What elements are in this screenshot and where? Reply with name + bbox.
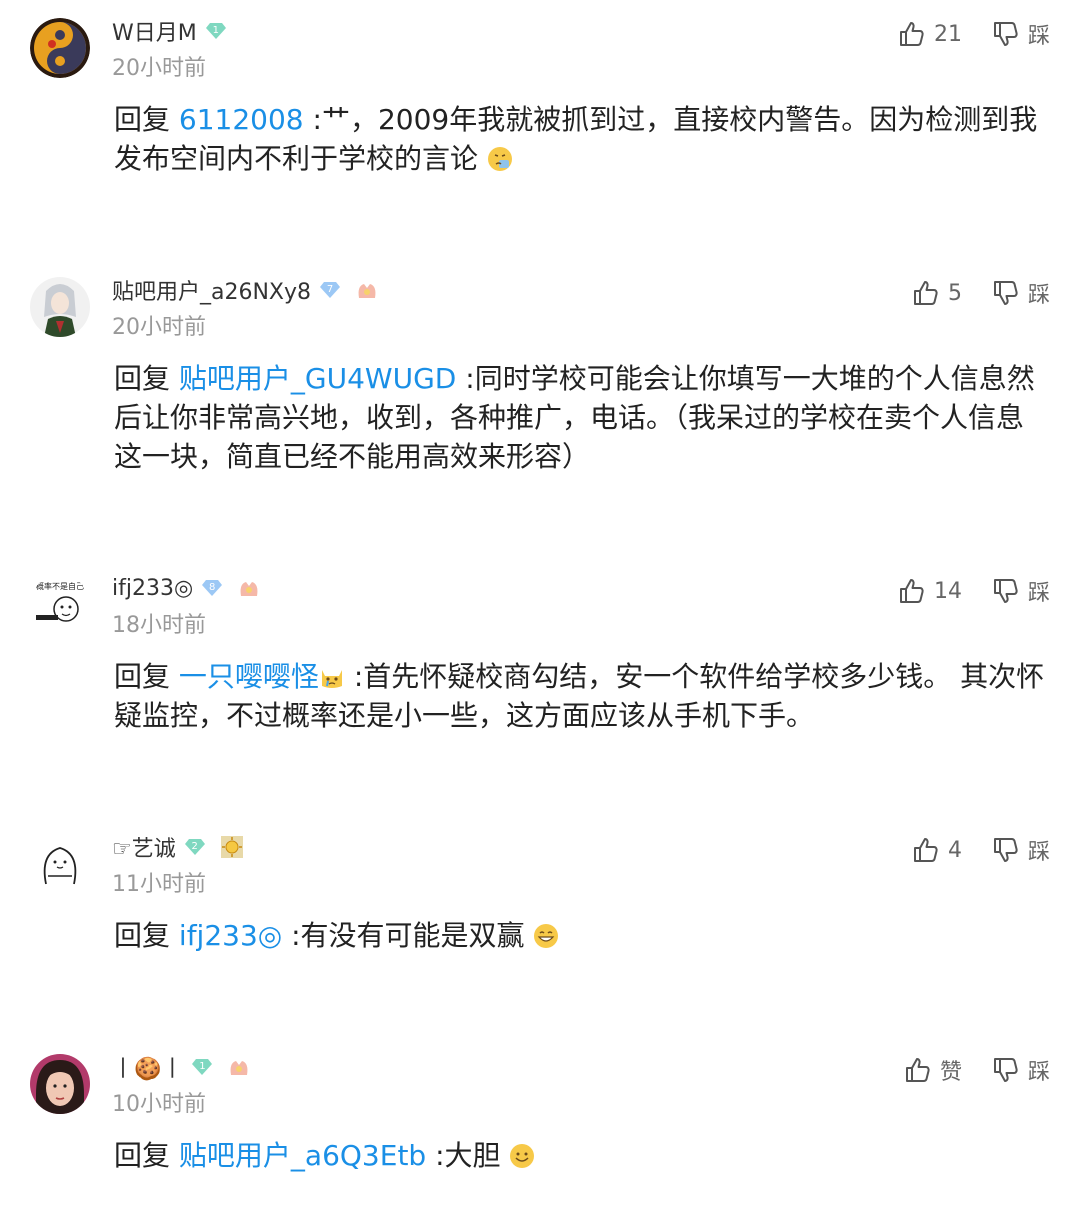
comment-time: 20小时前	[112, 56, 206, 81]
dislike-button[interactable]: 踩	[992, 18, 1050, 50]
like-button[interactable]: 21	[898, 20, 962, 48]
dislike-button[interactable]: 踩	[992, 575, 1050, 607]
comment-content: 回复 贴吧用户_a6Q3Etb :大胆	[114, 1136, 1049, 1175]
user-info: ☞艺诚 2	[112, 830, 244, 864]
username[interactable]: 丨🍪丨	[112, 1051, 183, 1083]
thumbs-down-icon	[992, 836, 1020, 864]
reply-prefix: 回复	[114, 919, 171, 952]
comment-actions: 4 踩	[912, 834, 1050, 866]
thumbs-down-icon	[992, 577, 1020, 605]
dislike-label: 踩	[1027, 840, 1050, 865]
comment-time: 18小时前	[112, 613, 206, 638]
comment-actions: 赞 踩	[904, 1054, 1050, 1086]
reply-target-link[interactable]: 贴吧用户_GU4WUGD	[179, 362, 456, 395]
like-label: 赞	[939, 1060, 962, 1085]
avatar[interactable]	[30, 834, 90, 894]
avatar[interactable]	[30, 18, 90, 78]
reply-target-link[interactable]: ifj233◎	[179, 919, 282, 952]
like-count: 5	[947, 280, 962, 306]
grinning-face-icon	[533, 920, 559, 948]
like-button[interactable]: 赞	[904, 1054, 962, 1086]
comment-time: 10小时前	[112, 1092, 206, 1117]
username[interactable]: ☞艺诚	[112, 831, 176, 863]
comment-content: 回复 一只嘤嘤怪 :首先怀疑校商勾结，安一个软件给学校多少钱。 其次怀疑监控，不…	[114, 657, 1049, 735]
thumbs-up-icon	[904, 1056, 932, 1084]
decoration-icon	[355, 278, 379, 302]
reply-prefix: 回复	[114, 362, 171, 395]
crying-cat-icon	[319, 661, 345, 688]
reply-target-link[interactable]: 一只嘤嘤怪	[179, 660, 319, 693]
level-badge: 7	[319, 281, 341, 299]
sun-badge-icon	[220, 835, 244, 859]
comment-time: 11小时前	[112, 872, 206, 897]
comment-actions: 21 踩	[898, 18, 1050, 50]
dislike-label: 踩	[1027, 24, 1050, 49]
avatar[interactable]	[30, 1054, 90, 1114]
comment-content: 回复 ifj233◎ :有没有可能是双赢	[114, 916, 1049, 955]
decoration-icon	[227, 1055, 251, 1079]
thumbs-down-icon	[992, 20, 1020, 48]
svg-text:概率不是自己: 概率不是自己	[36, 581, 84, 591]
avatar[interactable]: 概率不是自己	[30, 575, 90, 635]
level-badge: 1	[205, 22, 227, 40]
level-badge: 8	[201, 579, 223, 597]
dislike-label: 踩	[1027, 283, 1050, 308]
user-info: 丨🍪丨 1	[112, 1050, 251, 1084]
comment-list: W日月M 1 20小时前 21 踩 回复 6112008 :艹，2009年我就被…	[0, 0, 1080, 1206]
like-count: 14	[933, 578, 962, 604]
thumbs-up-icon	[912, 279, 940, 307]
username[interactable]: ifj233◎	[112, 576, 193, 601]
comment-actions: 5 踩	[912, 277, 1050, 309]
thumbs-down-icon	[992, 1056, 1020, 1084]
comment-content: 回复 6112008 :艹，2009年我就被抓到过，直接校内警告。因为检测到我发…	[114, 100, 1049, 178]
thumbs-up-icon	[912, 836, 940, 864]
reply-target-link[interactable]: 6112008	[179, 103, 304, 136]
sneezing-face-icon	[487, 143, 513, 171]
dislike-button[interactable]: 踩	[992, 277, 1050, 309]
dislike-button[interactable]: 踩	[992, 834, 1050, 866]
reply-prefix: 回复	[114, 660, 171, 693]
dislike-label: 踩	[1027, 581, 1050, 606]
thumbs-down-icon	[992, 279, 1020, 307]
reply-prefix: 回复	[114, 103, 171, 136]
user-info: ifj233◎ 8	[112, 571, 261, 605]
thumbs-up-icon	[898, 577, 926, 605]
comment-content: 回复 贴吧用户_GU4WUGD :同时学校可能会让你填写一大堆的个人信息然后让你…	[114, 359, 1049, 476]
user-info: 贴吧用户_a26NXy8 7	[112, 273, 379, 307]
comment-text: :大胆	[426, 1139, 501, 1172]
reply-prefix: 回复	[114, 1139, 171, 1172]
user-info: W日月M 1	[112, 14, 227, 48]
like-button[interactable]: 4	[912, 836, 962, 864]
comment-actions: 14 踩	[898, 575, 1050, 607]
comment-time: 20小时前	[112, 315, 206, 340]
smiling-face-icon	[509, 1140, 535, 1168]
like-count: 21	[933, 21, 962, 47]
username[interactable]: W日月M	[112, 15, 197, 47]
username[interactable]: 贴吧用户_a26NXy8	[112, 274, 311, 306]
dislike-label: 踩	[1027, 1060, 1050, 1085]
like-count: 4	[947, 837, 962, 863]
level-badge: 1	[191, 1058, 213, 1076]
dislike-button[interactable]: 踩	[992, 1054, 1050, 1086]
comment-text: :有没有可能是双赢	[282, 919, 525, 952]
thumbs-up-icon	[898, 20, 926, 48]
like-button[interactable]: 5	[912, 279, 962, 307]
level-badge: 2	[184, 838, 206, 856]
like-button[interactable]: 14	[898, 577, 962, 605]
avatar[interactable]	[30, 277, 90, 337]
decoration-icon	[237, 576, 261, 600]
reply-target-link[interactable]: 贴吧用户_a6Q3Etb	[179, 1139, 426, 1172]
